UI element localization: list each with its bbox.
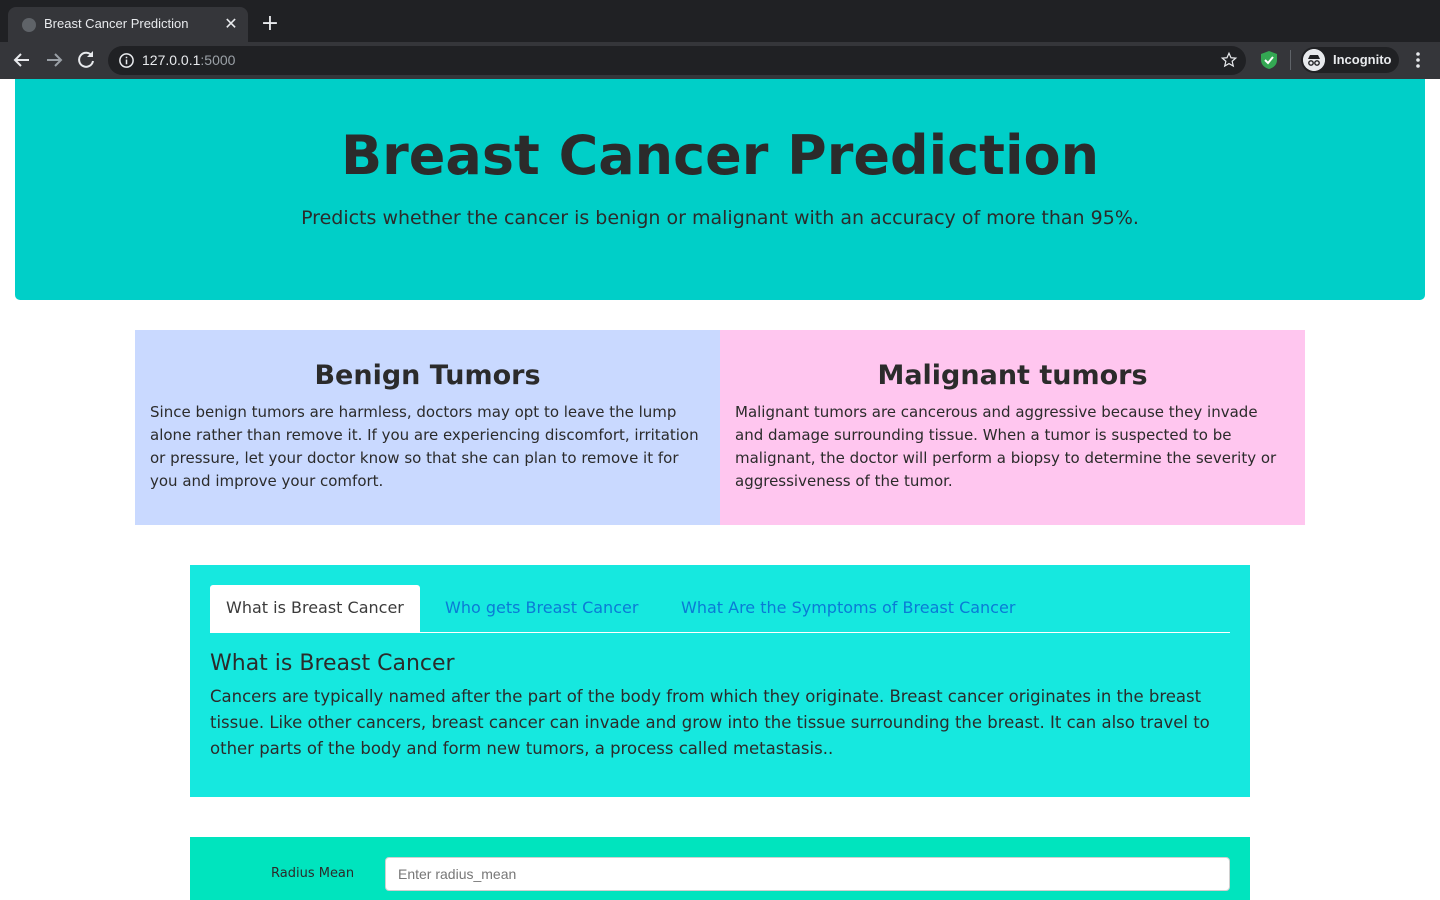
benign-tumors-card: Benign Tumors Since benign tumors are ha…	[135, 330, 720, 525]
radius-mean-label: Radius Mean	[271, 866, 355, 881]
profile-label: Incognito	[1333, 52, 1392, 67]
kebab-menu-icon[interactable]	[1410, 50, 1426, 70]
reload-icon[interactable]	[74, 48, 98, 72]
browser-tab-title: Breast Cancer Prediction	[44, 16, 189, 31]
toolbar-divider	[1290, 50, 1291, 70]
tab-what-is-breast-cancer[interactable]: What is Breast Cancer	[210, 585, 420, 633]
tab-who-gets-breast-cancer[interactable]: Who gets Breast Cancer	[429, 585, 654, 633]
malignant-tumors-title: Malignant tumors	[877, 360, 1148, 391]
info-text: Cancers are typically named after the pa…	[210, 687, 1210, 758]
info-tabs: What is Breast Cancer Who gets Breast Ca…	[210, 585, 1230, 633]
prediction-form: Radius Mean	[190, 837, 1250, 900]
browser-tab-strip: Breast Cancer Prediction ✕ +	[0, 0, 1440, 42]
radius-mean-input[interactable]	[385, 857, 1230, 891]
tab-symptoms-of-breast-cancer[interactable]: What Are the Symptoms of Breast Cancer	[665, 585, 1031, 633]
close-tab-icon[interactable]: ✕	[222, 15, 240, 33]
site-info-icon[interactable]	[118, 52, 135, 69]
url-text: 127.0.0.1:5000	[142, 52, 235, 68]
header-banner: Breast Cancer Prediction Predicts whethe…	[15, 79, 1425, 300]
malignant-tumors-text: Malignant tumors are cancerous and aggre…	[735, 403, 1277, 490]
benign-tumors-text: Since benign tumors are harmless, doctor…	[150, 403, 699, 490]
browser-toolbar: 127.0.0.1:5000	[0, 42, 1440, 79]
globe-icon	[22, 18, 36, 32]
forward-arrow-icon[interactable]	[42, 48, 66, 72]
page-subtitle: Predicts whether the cancer is benign or…	[301, 207, 1139, 229]
shield-extension-icon[interactable]	[1259, 50, 1279, 70]
malignant-tumors-card: Malignant tumors Malignant tumors are ca…	[720, 330, 1305, 525]
new-tab-button[interactable]: +	[258, 12, 282, 36]
breast-cancer-info-card: What is Breast Cancer Who gets Breast Ca…	[190, 565, 1250, 797]
address-bar[interactable]: 127.0.0.1:5000	[108, 46, 1246, 75]
url-host: 127.0.0.1	[142, 52, 201, 68]
url-port: :5000	[200, 52, 236, 68]
bookmark-star-icon[interactable]	[1220, 51, 1238, 69]
incognito-icon	[1303, 49, 1325, 71]
page-title: Breast Cancer Prediction	[340, 124, 1100, 187]
tumor-types-row: Benign Tumors Since benign tumors are ha…	[135, 330, 1305, 525]
info-heading: What is Breast Cancer	[210, 651, 455, 676]
back-arrow-icon[interactable]	[10, 48, 34, 72]
browser-tab[interactable]: Breast Cancer Prediction ✕	[8, 7, 248, 42]
incognito-profile-button[interactable]: Incognito	[1301, 47, 1399, 73]
benign-tumors-title: Benign Tumors	[314, 360, 541, 391]
